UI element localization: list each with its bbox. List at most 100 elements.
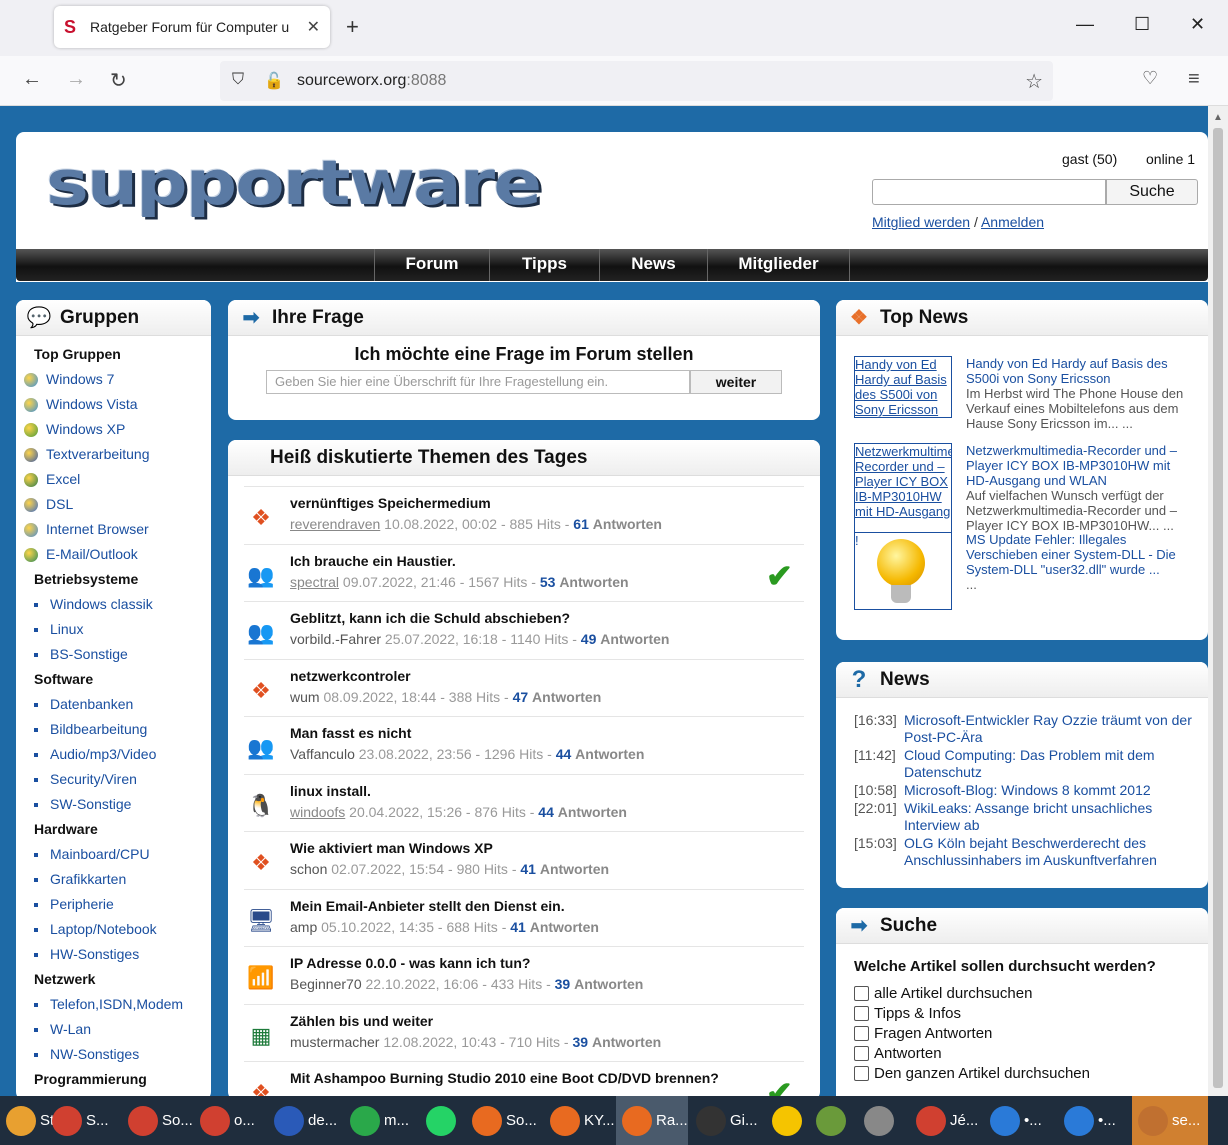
taskbar-item[interactable]: o... xyxy=(194,1096,266,1145)
taskbar-item[interactable] xyxy=(858,1096,908,1145)
group-link[interactable]: Audio/mp3/Video xyxy=(16,742,211,767)
search-option[interactable]: Den ganzen Artikel durchsuchen xyxy=(854,1063,1208,1083)
site-logo[interactable]: supportware xyxy=(46,147,542,218)
topic-title[interactable]: IP Adresse 0.0.0 - was kann ich tun? xyxy=(290,955,530,971)
taskbar-item[interactable]: So... xyxy=(466,1096,542,1145)
news-link[interactable]: WikiLeaks: Assange bricht unsachliches I… xyxy=(904,800,1194,834)
login-link[interactable]: Anmelden xyxy=(981,214,1044,230)
group-link[interactable]: Textverarbeitung xyxy=(16,442,211,467)
topic-row[interactable]: 👥 Geblitzt, kann ich die Schuld abschiebe… xyxy=(244,601,804,659)
topic-row[interactable]: 🐧 linux install. windoofs 20.04.2022, 15:2… xyxy=(244,773,804,832)
group-link[interactable]: Grafikkarten xyxy=(16,867,211,892)
group-link[interactable]: W-Lan xyxy=(16,1017,211,1042)
pocket-icon[interactable]: ♡ xyxy=(1142,68,1158,89)
checkbox[interactable] xyxy=(854,1045,869,1061)
group-link[interactable]: Excel xyxy=(16,467,211,492)
taskbar-item[interactable]: •... xyxy=(984,1096,1056,1145)
topic-row[interactable]: 🖥 Mein Email-Anbieter stellt den Dienst e… xyxy=(244,888,804,947)
top-news-thumb[interactable]: ! xyxy=(854,532,952,610)
top-news-thumb[interactable]: Handy von Ed Hardy auf Basis des S500i v… xyxy=(854,356,952,418)
close-tab-icon[interactable]: ✕ xyxy=(307,17,320,37)
group-link[interactable]: Windows XP xyxy=(16,417,211,442)
taskbar-item[interactable]: de... xyxy=(268,1096,342,1145)
group-link[interactable]: Laptop/Notebook xyxy=(16,917,211,942)
group-link[interactable]: Mainboard/CPU xyxy=(16,842,211,867)
checkbox[interactable] xyxy=(854,1065,869,1081)
taskbar-item[interactable]: KY... xyxy=(544,1096,615,1145)
topic-title[interactable]: Mit Ashampoo Burning Studio 2010 eine Bo… xyxy=(290,1070,719,1086)
topic-row[interactable]: ❖ Mit Ashampoo Burning Studio 2010 eine B… xyxy=(244,1061,804,1096)
taskbar-item[interactable]: se... xyxy=(1132,1096,1208,1145)
forward-icon[interactable]: → xyxy=(66,68,86,91)
search-option[interactable]: Antworten xyxy=(854,1043,1208,1063)
top-news-title-link[interactable]: Netzwerkmultimedia-Recorder und –Player … xyxy=(966,443,1194,488)
topic-title[interactable]: Geblitzt, kann ich die Schuld abschieben… xyxy=(290,610,570,626)
group-link[interactable]: DSL xyxy=(16,492,211,517)
menu-tipps[interactable]: Tipps xyxy=(489,249,599,281)
taskbar-item[interactable]: Ra... xyxy=(616,1096,688,1145)
topic-row[interactable]: 👥 Ich brauche ein Haustier. spectral 09.07… xyxy=(244,543,804,602)
topic-title[interactable]: Zählen bis und weiter xyxy=(290,1013,433,1029)
menu-forum[interactable]: Forum xyxy=(374,249,489,281)
group-link[interactable]: Windows 7 xyxy=(16,367,211,392)
group-link[interactable]: SW-Sonstige xyxy=(16,792,211,817)
scroll-up-icon[interactable]: ▲ xyxy=(1213,112,1223,123)
topic-title[interactable]: netzwerkcontroler xyxy=(290,668,411,684)
taskbar-item[interactable]: Jé... xyxy=(910,1096,982,1145)
question-title-input[interactable]: Geben Sie hier eine Überschrift für Ihre… xyxy=(266,370,690,394)
search-option[interactable]: alle Artikel durchsuchen xyxy=(854,983,1208,1003)
group-link[interactable]: Telefon,ISDN,Modem xyxy=(16,992,211,1017)
taskbar-item[interactable]: Gi... xyxy=(690,1096,764,1145)
scrollbar-thumb[interactable] xyxy=(1213,128,1223,1088)
group-link[interactable]: Bildbearbeitung xyxy=(16,717,211,742)
back-icon[interactable]: ← xyxy=(22,68,42,91)
group-link[interactable]: Windows classik xyxy=(16,592,211,617)
topic-title[interactable]: Mein Email-Anbieter stellt den Dienst ei… xyxy=(290,898,565,914)
register-link[interactable]: Mitglied werden xyxy=(872,214,970,230)
bookmark-star-icon[interactable]: ☆ xyxy=(1025,69,1043,94)
checkbox[interactable] xyxy=(854,985,869,1001)
browser-tab[interactable]: S Ratgeber Forum für Computer u ✕ xyxy=(54,6,330,48)
taskbar-item[interactable] xyxy=(766,1096,808,1145)
topic-author[interactable]: windoofs xyxy=(290,804,345,820)
reload-icon[interactable]: ↻ xyxy=(110,68,127,93)
group-link[interactable]: NW-Sonstiges xyxy=(16,1042,211,1067)
close-window-icon[interactable]: ✕ xyxy=(1190,14,1205,35)
site-search-input[interactable] xyxy=(872,179,1106,205)
group-link[interactable]: Internet Browser xyxy=(16,517,211,542)
group-link[interactable]: Windows Vista xyxy=(16,392,211,417)
url-text[interactable]: sourceworx.org:8088 xyxy=(297,72,446,90)
news-link[interactable]: Microsoft-Entwickler Ray Ozzie träumt vo… xyxy=(904,712,1194,746)
topic-title[interactable]: Wie aktiviert man Windows XP xyxy=(290,840,493,856)
page-scrollbar[interactable]: ▲ xyxy=(1208,106,1228,1096)
menu-mitglieder[interactable]: Mitglieder xyxy=(707,249,850,281)
new-tab-icon[interactable]: + xyxy=(346,14,359,40)
topic-author[interactable]: spectral xyxy=(290,574,339,590)
topic-row[interactable]: 👥 Man fasst es nicht Vaffanculo 23.08.2022… xyxy=(244,716,804,774)
taskbar-item[interactable]: S... xyxy=(46,1096,120,1145)
insecure-lock-icon[interactable]: 🔓 xyxy=(264,71,284,91)
news-link[interactable]: Cloud Computing: Das Problem mit dem Dat… xyxy=(904,747,1194,781)
menu-icon[interactable]: ≡ xyxy=(1188,68,1200,91)
topic-title[interactable]: linux install. xyxy=(290,783,371,799)
topic-title[interactable]: vernünftiges Speichermedium xyxy=(290,495,491,511)
topic-row[interactable]: ❖ netzwerkcontroler wum 08.09.2022, 18:44 … xyxy=(244,658,804,717)
search-option[interactable]: Tipps & Infos xyxy=(854,1003,1208,1023)
group-link[interactable]: Linux xyxy=(16,617,211,642)
news-link[interactable]: OLG Köln bejaht Beschwerderecht des Ansc… xyxy=(904,835,1194,869)
checkbox[interactable] xyxy=(854,1005,869,1021)
checkbox[interactable] xyxy=(854,1025,869,1041)
group-link[interactable]: Security/Viren xyxy=(16,767,211,792)
top-news-title-link[interactable]: Handy von Ed Hardy auf Basis des S500i v… xyxy=(966,356,1194,386)
topic-row[interactable]: ❖ vernünftiges Speichermedium reverendrave… xyxy=(244,486,804,544)
maximize-icon[interactable]: ☐ xyxy=(1134,14,1150,35)
topic-title[interactable]: Man fasst es nicht xyxy=(290,725,411,741)
topic-title[interactable]: Ich brauche ein Haustier. xyxy=(290,553,456,569)
top-news-title-link[interactable]: MS Update Fehler: Illegales Verschieben … xyxy=(966,532,1194,577)
menu-news[interactable]: News xyxy=(599,249,707,281)
taskbar-item[interactable]: •... xyxy=(1058,1096,1130,1145)
address-bar[interactable]: ⛉ 🔓 sourceworx.org:8088 ☆ xyxy=(220,61,1053,101)
taskbar-item[interactable] xyxy=(420,1096,464,1145)
group-link[interactable]: Datenbanken xyxy=(16,692,211,717)
group-link[interactable]: E-Mail/Outlook xyxy=(16,542,211,567)
